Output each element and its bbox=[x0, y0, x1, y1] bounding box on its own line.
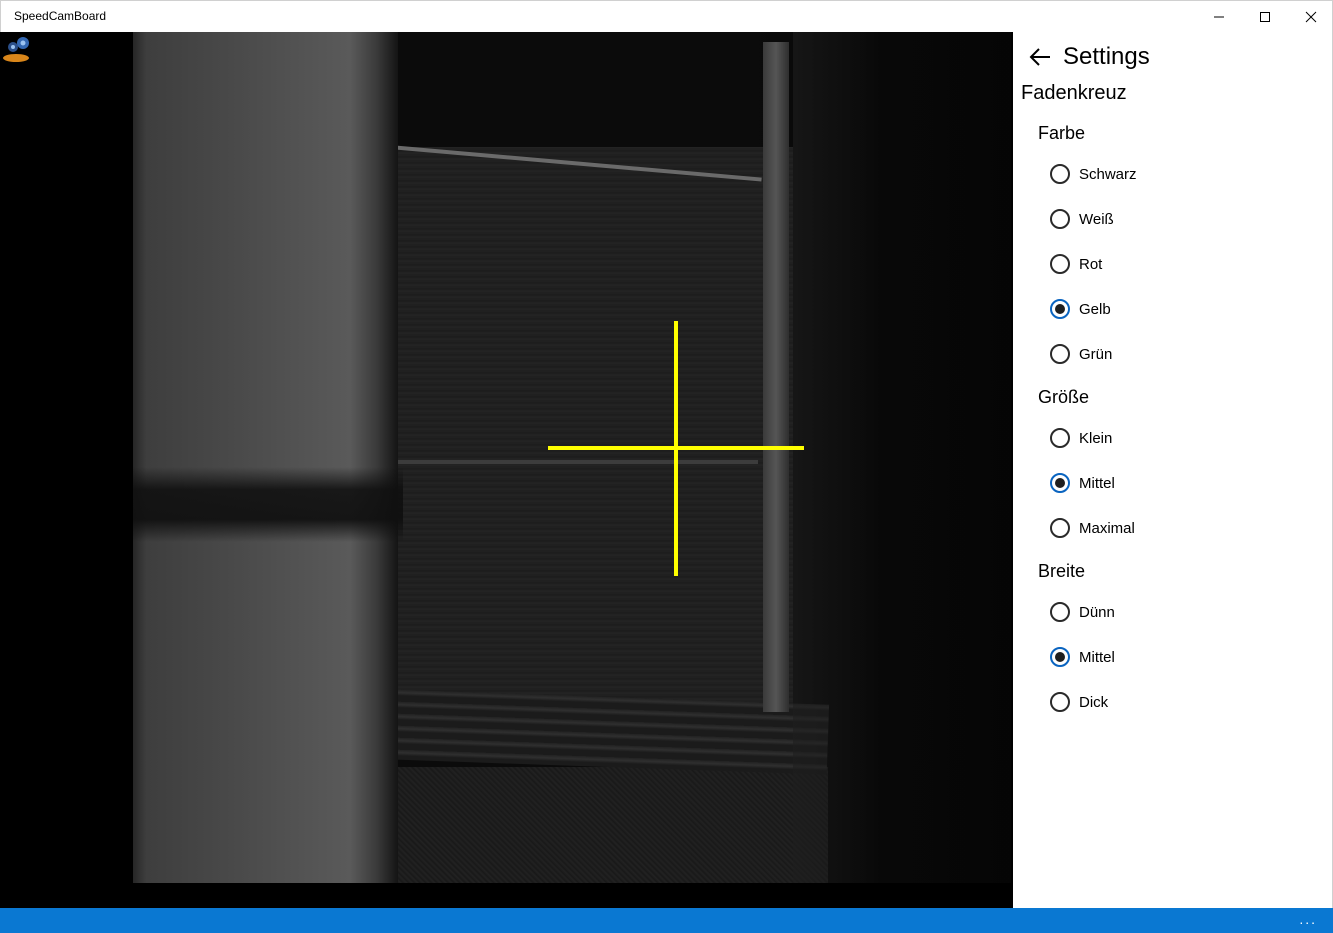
group-title-size: Größe bbox=[1038, 387, 1090, 407]
radio-circle[interactable] bbox=[1050, 164, 1070, 184]
radio-label: Klein bbox=[1079, 429, 1113, 447]
app-logo-icon bbox=[3, 37, 29, 62]
radio-color-black[interactable]: Schwarz bbox=[1050, 163, 1137, 185]
radio-circle[interactable] bbox=[1050, 254, 1070, 274]
radio-circle[interactable] bbox=[1050, 209, 1070, 229]
radio-circle[interactable] bbox=[1050, 602, 1070, 622]
video-area bbox=[0, 32, 1013, 908]
close-button[interactable] bbox=[1288, 1, 1333, 33]
close-icon bbox=[1305, 11, 1317, 23]
maximize-icon bbox=[1260, 12, 1270, 22]
settings-header: Settings bbox=[1029, 42, 1150, 72]
radio-circle[interactable] bbox=[1050, 692, 1070, 712]
group-title-width: Breite bbox=[1038, 561, 1086, 581]
radio-size-max[interactable]: Maximal bbox=[1050, 517, 1135, 539]
radio-label: Dünn bbox=[1079, 603, 1115, 621]
radio-label: Mittel bbox=[1079, 474, 1115, 492]
feed-background-scene bbox=[398, 147, 793, 707]
radio-label: Mittel bbox=[1079, 648, 1115, 666]
command-bar: ... bbox=[0, 908, 1333, 933]
radio-circle[interactable] bbox=[1050, 473, 1070, 493]
radio-color-white[interactable]: Weiß bbox=[1050, 208, 1114, 230]
maximize-button[interactable] bbox=[1242, 1, 1288, 33]
section-title-crosshair: Fadenkreuz bbox=[1021, 82, 1127, 104]
radio-label: Maximal bbox=[1079, 519, 1135, 537]
radio-size-small[interactable]: Klein bbox=[1050, 427, 1112, 449]
radio-label: Schwarz bbox=[1079, 165, 1137, 183]
settings-title: Settings bbox=[1063, 43, 1150, 70]
radio-label: Gelb bbox=[1079, 300, 1111, 318]
camera-feed[interactable] bbox=[133, 32, 1011, 883]
feed-shade bbox=[793, 32, 1011, 883]
settings-panel: Settings Fadenkreuz Farbe Schwarz Weiß R… bbox=[1013, 32, 1333, 908]
title-bar: SpeedCamBoard bbox=[0, 0, 1333, 32]
radio-width-thick[interactable]: Dick bbox=[1050, 691, 1108, 713]
minimize-icon bbox=[1214, 16, 1224, 18]
more-options-button[interactable]: ... bbox=[1299, 911, 1317, 927]
feed-foreground-bar bbox=[133, 467, 403, 542]
radio-label: Weiß bbox=[1079, 210, 1114, 228]
radio-circle[interactable] bbox=[1050, 518, 1070, 538]
radio-circle[interactable] bbox=[1050, 428, 1070, 448]
feed-gravel bbox=[398, 767, 828, 883]
minimize-button[interactable] bbox=[1196, 1, 1242, 33]
feed-post bbox=[763, 42, 789, 712]
radio-color-green[interactable]: Grün bbox=[1050, 343, 1112, 365]
radio-width-medium[interactable]: Mittel bbox=[1050, 646, 1115, 668]
back-arrow-icon bbox=[1029, 48, 1050, 66]
group-title-color: Farbe bbox=[1038, 123, 1086, 143]
radio-label: Grün bbox=[1079, 345, 1113, 363]
radio-label: Dick bbox=[1079, 693, 1109, 711]
radio-circle[interactable] bbox=[1050, 344, 1070, 364]
back-button[interactable] bbox=[1029, 47, 1051, 67]
window-title: SpeedCamBoard bbox=[14, 9, 107, 23]
radio-circle[interactable] bbox=[1050, 647, 1070, 667]
feed-foreground-pillar bbox=[133, 32, 398, 883]
radio-circle[interactable] bbox=[1050, 299, 1070, 319]
radio-label: Rot bbox=[1079, 255, 1103, 273]
radio-color-red[interactable]: Rot bbox=[1050, 253, 1102, 275]
feed-rail-mid bbox=[398, 460, 758, 464]
radio-width-thin[interactable]: Dünn bbox=[1050, 601, 1115, 623]
crosshair-vertical bbox=[674, 321, 678, 576]
radio-color-yellow[interactable]: Gelb bbox=[1050, 298, 1111, 320]
radio-size-medium[interactable]: Mittel bbox=[1050, 472, 1115, 494]
